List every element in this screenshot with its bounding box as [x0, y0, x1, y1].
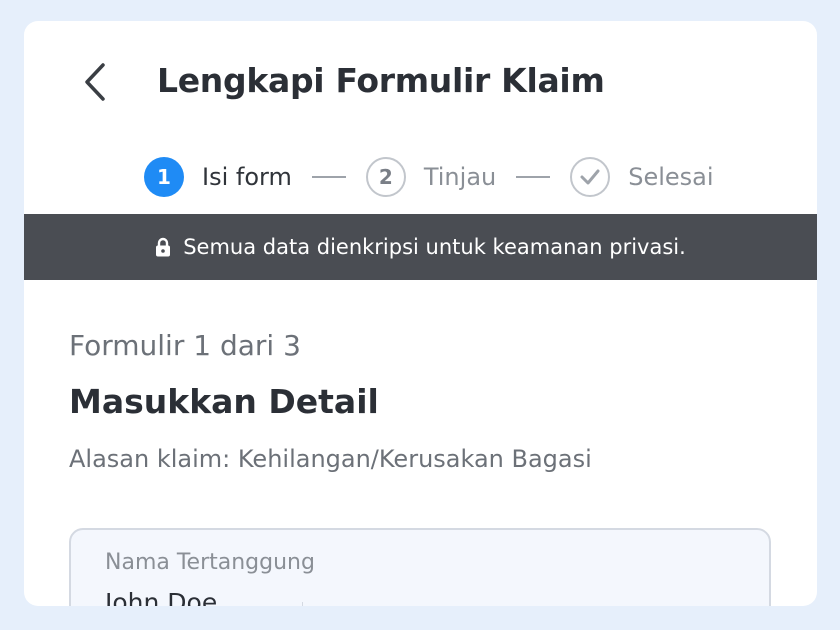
field-value[interactable]: John Doe: [105, 588, 217, 606]
privacy-banner-text: Semua data dienkripsi untuk keamanan pri…: [183, 235, 686, 259]
check-icon: [570, 157, 611, 197]
header: Lengkapi Formulir Klaim: [24, 21, 817, 141]
lock-icon: [155, 237, 171, 257]
back-button[interactable]: [74, 59, 116, 109]
step-label: Tinjau: [423, 163, 497, 191]
step-fill-form: 1 Isi form: [144, 157, 292, 197]
step-number: 2: [365, 157, 406, 197]
insured-name-field[interactable]: Nama Tertanggung John Doe: [69, 528, 771, 606]
field-divider: [302, 602, 303, 606]
step-connector: [311, 176, 346, 178]
chevron-left-icon: [82, 62, 108, 106]
form-title: Masukkan Detail: [69, 382, 379, 421]
form-counter: Formulir 1 dari 3: [69, 329, 301, 362]
field-label: Nama Tertanggung: [105, 550, 315, 575]
step-done: Selesai: [570, 157, 714, 197]
claim-form-screen: Lengkapi Formulir Klaim 1 Isi form 2 Tin…: [24, 21, 817, 606]
step-review: 2 Tinjau: [365, 157, 497, 197]
step-label: Selesai: [628, 163, 714, 191]
step-label: Isi form: [202, 163, 292, 191]
step-connector: [516, 176, 551, 178]
claim-reason: Alasan klaim: Kehilangan/Kerusakan Bagas…: [69, 445, 592, 473]
page-title: Lengkapi Formulir Klaim: [157, 61, 605, 100]
privacy-banner: Semua data dienkripsi untuk keamanan pri…: [24, 214, 817, 280]
step-number: 1: [144, 157, 184, 197]
progress-stepper: 1 Isi form 2 Tinjau Selesai: [144, 155, 714, 199]
